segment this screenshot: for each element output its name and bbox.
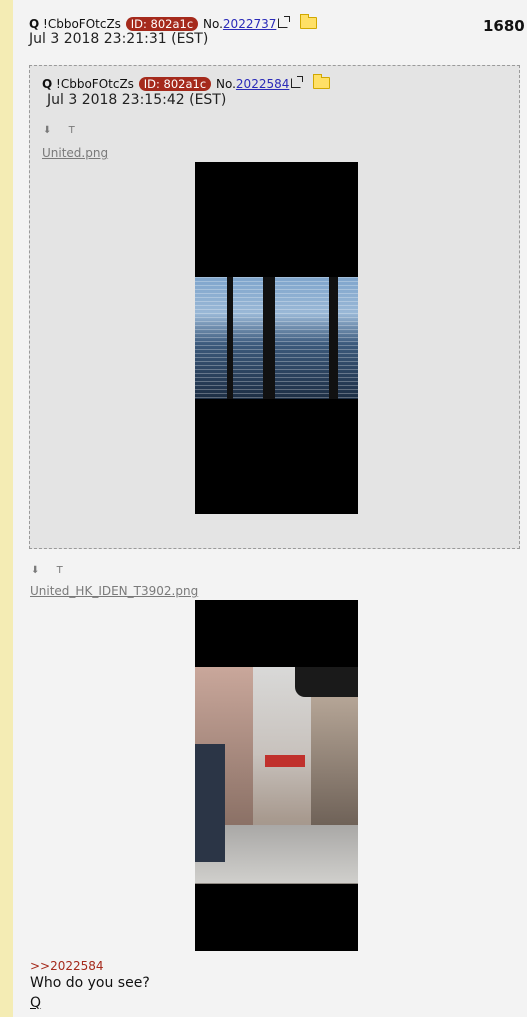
post-body: Who do you see?: [30, 975, 150, 991]
post-container: Q !CbboFOtcZs ID: 802a1c No.2022737 Jul …: [13, 0, 527, 1017]
quoted-tripcode: !CbboFOtcZs: [56, 77, 134, 91]
window-frame-divider: [329, 277, 338, 399]
quoted-post-number-link[interactable]: 2022584: [236, 77, 289, 91]
quoted-post-header: Q !CbboFOtcZs ID: 802a1c No.2022584: [42, 74, 331, 92]
download-icon[interactable]: ⬇: [31, 565, 39, 576]
truck: [195, 744, 225, 862]
text-tool-icon[interactable]: T: [57, 565, 63, 576]
reply-reference-link[interactable]: >>2022584: [30, 959, 104, 973]
id-badge[interactable]: ID: 802a1c: [125, 17, 199, 31]
window-frame-divider: [263, 277, 275, 399]
folder-icon[interactable]: [299, 14, 318, 29]
external-link-icon[interactable]: [278, 16, 291, 28]
text-tool-icon[interactable]: T: [69, 125, 75, 136]
quoted-filename-link[interactable]: United.png: [42, 146, 108, 160]
post-count: 1680: [483, 17, 525, 35]
post-date: Jul 3 2018 23:21:31 (EST): [29, 31, 209, 47]
poster-name: Q: [29, 17, 40, 31]
post-image-hk-street[interactable]: [195, 600, 358, 951]
building-right: [311, 690, 358, 825]
quoted-file-tools: ⬇ T: [43, 125, 89, 136]
post-number-link[interactable]: 2022737: [223, 17, 276, 31]
quoted-image-united[interactable]: [195, 162, 358, 514]
tripcode: !CbboFOtcZs: [43, 17, 121, 31]
quoted-no-prefix: No.: [216, 77, 236, 91]
street-sign: [265, 755, 305, 767]
post-no-prefix: No.: [203, 17, 223, 31]
external-link-icon[interactable]: [291, 76, 304, 88]
folder-icon[interactable]: [312, 74, 331, 89]
quoted-id-badge[interactable]: ID: 802a1c: [138, 77, 212, 91]
file-tools: ⬇ T: [31, 565, 77, 576]
download-icon[interactable]: ⬇: [43, 125, 51, 136]
post-header: Q !CbboFOtcZs ID: 802a1c No.2022737: [29, 14, 318, 32]
quoted-poster-name: Q: [42, 77, 53, 91]
vehicle-frame: [295, 667, 358, 697]
filename-link[interactable]: United_HK_IDEN_T3902.png: [30, 584, 198, 598]
post-accent-bar: [0, 0, 13, 1017]
window-frame-divider: [227, 277, 233, 399]
signature: Q: [30, 995, 42, 1011]
quoted-post-date: Jul 3 2018 23:15:42 (EST): [47, 92, 227, 108]
